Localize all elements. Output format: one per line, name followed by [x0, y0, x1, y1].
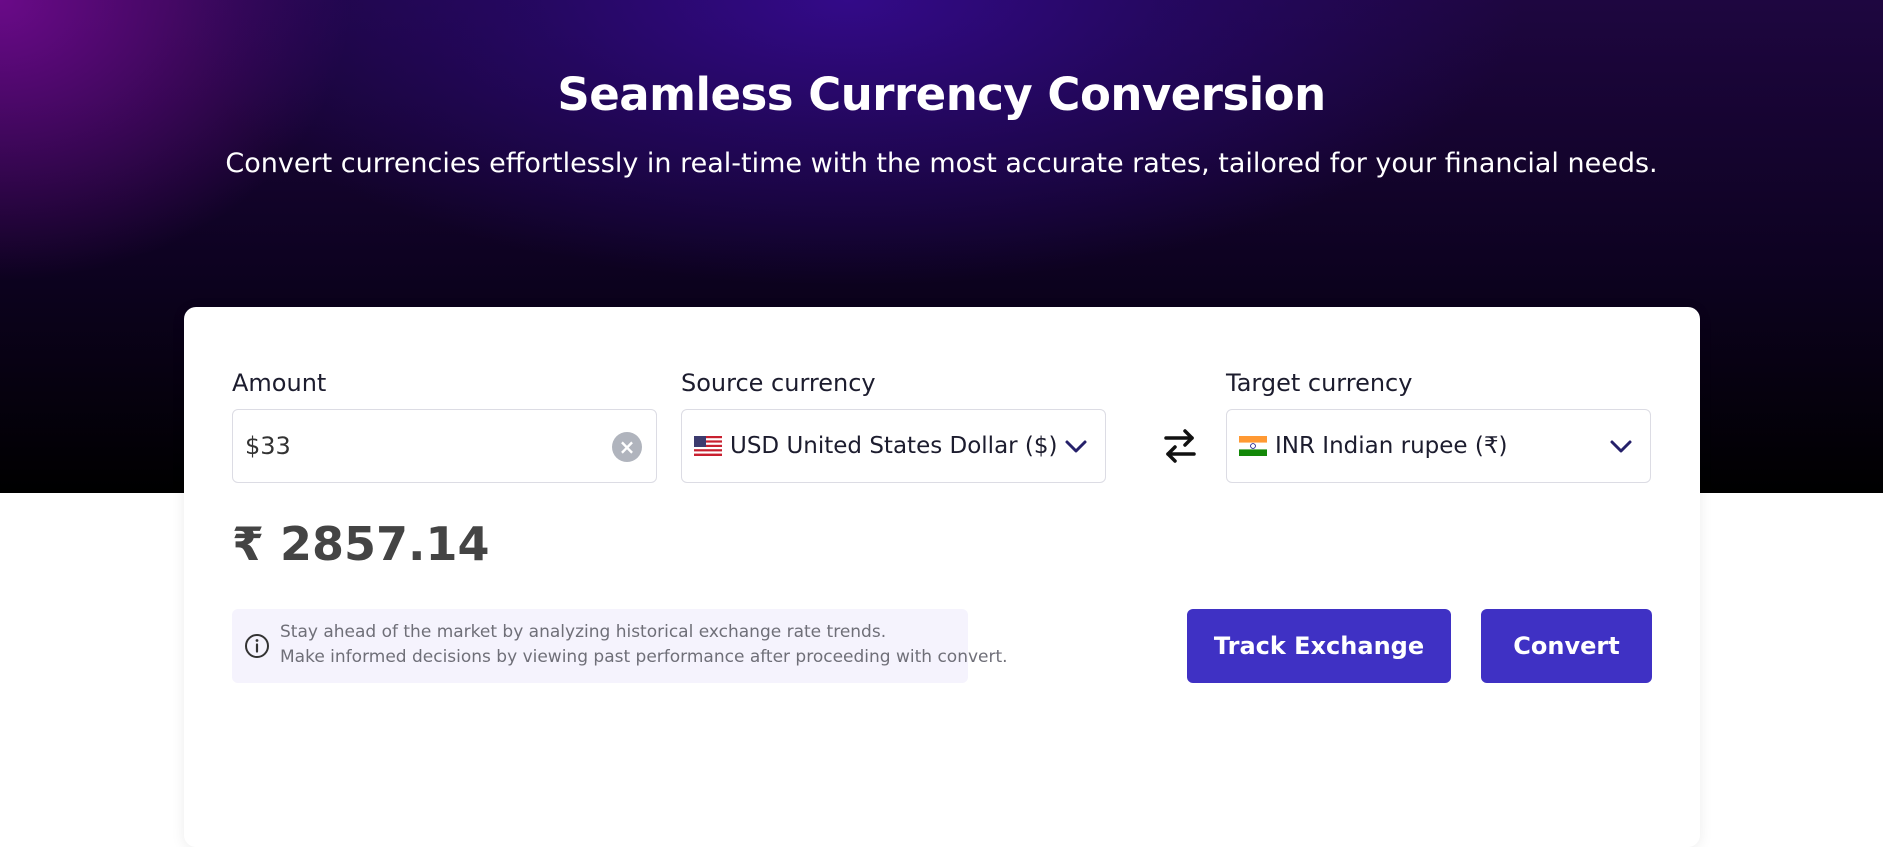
track-exchange-button[interactable]: Track Exchange [1187, 609, 1451, 683]
convert-button[interactable]: Convert [1481, 609, 1652, 683]
amount-field: × [232, 409, 657, 483]
target-currency-label: Target currency [1226, 369, 1413, 397]
info-text-line-1: Stay ahead of the market by analyzing hi… [280, 622, 887, 642]
target-currency-value: INR Indian rupee (₹) [1239, 410, 1507, 482]
source-currency-label: Source currency [681, 369, 876, 397]
info-box: Stay ahead of the market by analyzing hi… [232, 609, 1008, 683]
amount-label: Amount [232, 369, 327, 397]
info-text-line-2: Make informed decisions by viewing past … [280, 647, 1008, 667]
target-currency-text: INR Indian rupee (₹) [1275, 433, 1508, 459]
source-currency-value: USD United States Dollar ($) [694, 410, 1058, 482]
page-subtitle: Convert currencies effortlessly in real-… [225, 148, 1658, 179]
page-title: Seamless Currency Conversion [557, 68, 1326, 121]
target-currency-select[interactable]: INR Indian rupee (₹) [1226, 409, 1651, 483]
converter-card: Amount × Source currency USD United Stat… [184, 307, 1700, 847]
swap-icon[interactable] [1150, 416, 1210, 476]
us-flag-icon [694, 436, 722, 456]
source-currency-text: USD United States Dollar ($) [730, 433, 1058, 459]
conversion-result: ₹ 2857.14 [232, 517, 490, 571]
info-icon [245, 634, 269, 658]
amount-input[interactable] [245, 410, 585, 482]
india-flag-icon [1239, 436, 1267, 456]
chevron-down-icon[interactable] [1608, 433, 1634, 459]
chevron-down-icon[interactable] [1063, 433, 1089, 459]
clear-icon[interactable]: × [612, 432, 642, 462]
source-currency-select[interactable]: USD United States Dollar ($) [681, 409, 1106, 483]
